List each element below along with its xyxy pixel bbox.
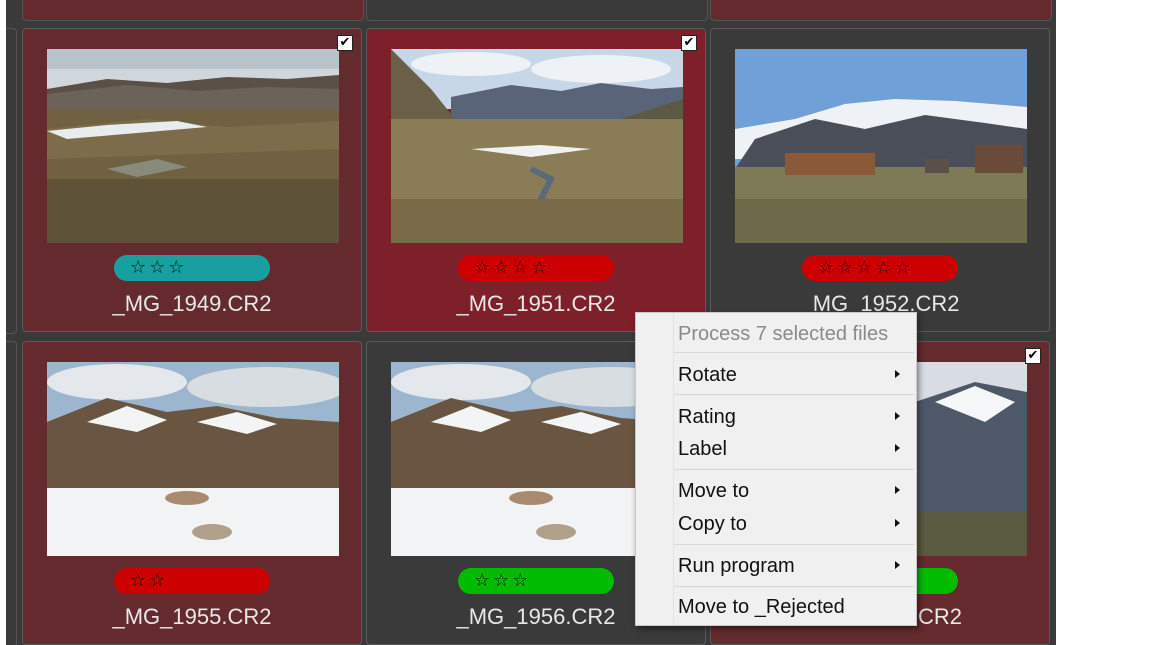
submenu-arrow-icon — [895, 370, 900, 378]
thumbnail-mg-1951[interactable]: ✔ ☆☆☆☆ _MG_1951.CR2 — [366, 28, 706, 332]
checkbox[interactable]: ✔ — [1025, 348, 1041, 364]
file-name: _MG_1955.CR2 — [112, 604, 272, 629]
menu-item-label: Move to — [678, 480, 750, 502]
menu-item-label: Run program — [678, 555, 795, 577]
menu-separator — [674, 394, 914, 395]
rating-label-pill[interactable]: ☆☆☆☆ — [458, 255, 614, 281]
file-name: _MG_1949.CR2 — [112, 291, 272, 316]
menu-separator — [674, 544, 914, 545]
menu-item-rotate[interactable]: Rotate — [636, 357, 916, 391]
photo-preview — [391, 49, 683, 243]
menu-item-label-text: Label — [678, 438, 727, 460]
menu-header-process-selected: Process 7 selected files — [678, 323, 889, 345]
thumbnail-partial-left[interactable] — [6, 341, 17, 645]
menu-item-label: Move to _Rejected — [678, 596, 845, 618]
menu-item-copy-to[interactable]: Copy to — [636, 508, 916, 542]
photo-preview — [735, 49, 1027, 243]
submenu-arrow-icon — [895, 412, 900, 420]
thumbnail-mg-1955[interactable]: ☆☆ _MG_1955.CR2 — [22, 341, 362, 645]
rating-label-pill[interactable]: ☆☆☆ — [114, 255, 270, 281]
menu-item-move-to[interactable]: Move to — [636, 475, 916, 509]
rating-label-pill[interactable]: ☆☆☆ — [458, 568, 614, 594]
menu-item-run-program[interactable]: Run program — [636, 550, 916, 584]
photo-preview — [47, 49, 339, 243]
menu-item-label: Copy to — [678, 513, 747, 535]
thumbnail-partial-top[interactable] — [710, 0, 1052, 21]
checkbox[interactable]: ✔ — [681, 35, 697, 51]
thumbnail-partial-top[interactable] — [22, 0, 364, 21]
thumbnail-partial-top[interactable] — [366, 0, 708, 21]
thumbnail-mg-1952[interactable]: ☆☆☆☆☆ _MG_1952.CR2 — [710, 28, 1050, 332]
submenu-arrow-icon — [895, 444, 900, 452]
rating-label-pill[interactable]: ☆☆ — [114, 568, 270, 594]
menu-separator — [674, 352, 914, 353]
photo-preview — [47, 362, 339, 556]
submenu-arrow-icon — [895, 486, 900, 494]
checkbox[interactable]: ✔ — [337, 35, 353, 51]
thumbnail-mg-1949[interactable]: ✔ ☆☆☆ _MG_1949.CR2 — [22, 28, 362, 332]
menu-separator — [674, 586, 914, 587]
menu-item-label: Rating — [678, 406, 736, 428]
menu-separator — [674, 469, 914, 470]
rating-label-pill[interactable]: ☆☆☆☆☆ — [802, 255, 958, 281]
menu-item-label: Rotate — [678, 364, 737, 386]
menu-item-rating[interactable]: Rating — [636, 399, 916, 433]
context-menu: Process 7 selected files Rotate Rating L… — [635, 312, 917, 626]
submenu-arrow-icon — [895, 561, 900, 569]
thumbnail-partial-left[interactable] — [6, 28, 17, 334]
submenu-arrow-icon — [895, 519, 900, 527]
menu-item-label[interactable]: Label — [636, 433, 916, 467]
menu-item-move-to-rejected[interactable]: Move to _Rejected — [636, 592, 916, 626]
